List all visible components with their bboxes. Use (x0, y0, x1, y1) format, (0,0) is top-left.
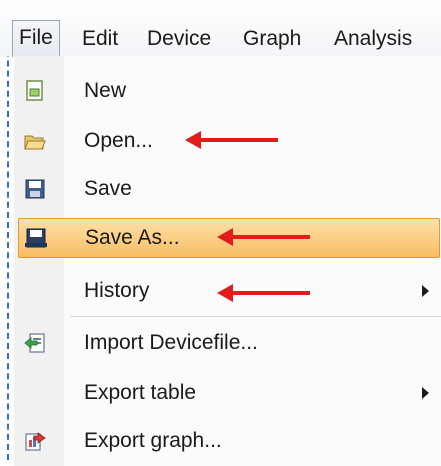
folder-open-icon (24, 135, 46, 150)
menu-item-label: Open... (84, 129, 153, 152)
menu-item-label: Save (84, 177, 132, 200)
annotation-arrow-save-as (217, 228, 310, 246)
menu-item-label: Save As... (85, 226, 180, 249)
menu-device[interactable]: Device (147, 22, 211, 56)
export-graph-icon (25, 432, 46, 451)
menu-file[interactable]: File (12, 20, 60, 57)
import-device-icon (24, 333, 45, 353)
menu-item-label: New (84, 79, 127, 102)
menu-item-new[interactable]: New (14, 70, 441, 112)
menu-item-label: Export graph... (84, 429, 222, 452)
menu-item-label: Import Devicefile... (84, 331, 258, 354)
floppy-disk-save-as-icon (25, 228, 47, 248)
submenu-arrow-icon (422, 387, 429, 399)
menu-bar: File Edit Device Graph Analysis (0, 0, 441, 57)
menu-item-label: Export table (84, 381, 197, 404)
annotation-arrow-open (185, 131, 278, 149)
menu-item-save[interactable]: Save (14, 168, 441, 210)
menu-analysis[interactable]: Analysis (334, 22, 412, 56)
menu-edit[interactable]: Edit (82, 22, 118, 56)
dashed-selection-border (7, 0, 9, 460)
floppy-disk-icon (25, 179, 45, 199)
submenu-arrow-icon (422, 285, 429, 297)
menu-separator (70, 316, 441, 317)
menu-item-export-graph[interactable]: Export graph... (14, 420, 441, 462)
menu-item-label: History (84, 279, 150, 302)
menu-item-import-devicefile[interactable]: Import Devicefile... (14, 322, 441, 364)
new-file-icon (26, 80, 43, 101)
menu-graph[interactable]: Graph (243, 22, 301, 56)
annotation-arrow-history (217, 284, 310, 302)
menu-item-export-table[interactable]: Export table (14, 372, 441, 414)
